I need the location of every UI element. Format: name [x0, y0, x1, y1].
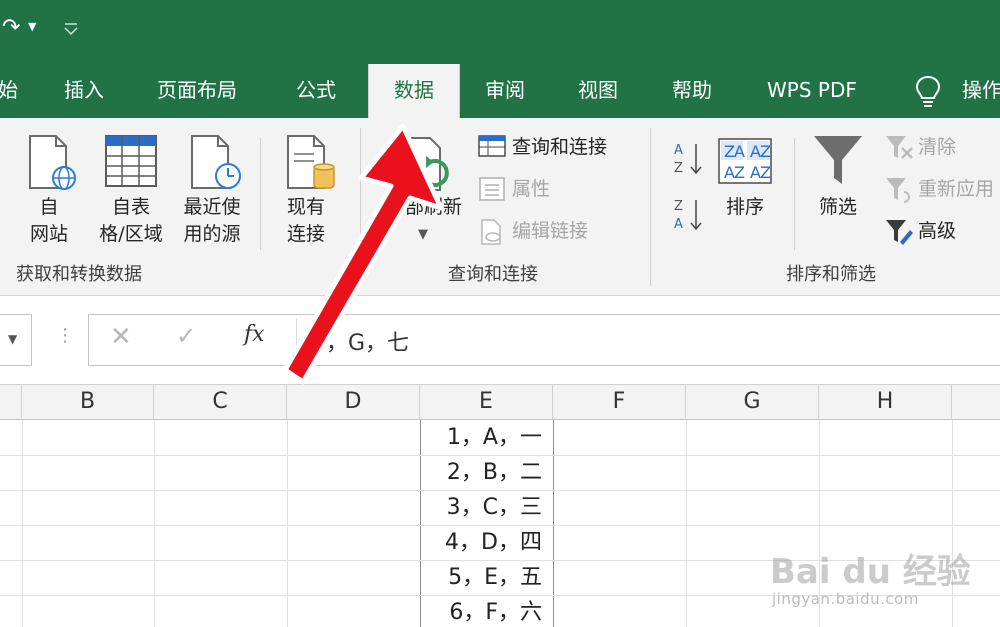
- reapply-icon: [884, 176, 914, 204]
- queries-connections-button[interactable]: 查询和连接: [512, 134, 607, 160]
- ribbon-separator: [260, 138, 261, 250]
- sort-ascending-icon[interactable]: AZ: [672, 140, 704, 176]
- tab-tell-me[interactable]: 操作: [962, 64, 1000, 118]
- from-table-label-1: 自表: [111, 196, 150, 218]
- column-header-g[interactable]: G: [686, 384, 819, 420]
- recent-sources-button[interactable]: 最近使 用的源: [176, 194, 248, 248]
- properties-button[interactable]: 属性: [512, 176, 550, 202]
- customize-quick-access-icon[interactable]: [62, 18, 80, 40]
- column-header-a-partial[interactable]: [0, 384, 22, 420]
- edit-links-icon: [478, 218, 506, 246]
- advanced-filter-icon: [884, 218, 914, 246]
- cell-e1[interactable]: 1，A，一: [422, 421, 552, 455]
- group-label-sort-filter: 排序和筛选: [786, 264, 876, 285]
- from-web-label-2: 网站: [29, 223, 68, 245]
- tab-view[interactable]: 视图: [578, 64, 618, 118]
- svg-text:Z: Z: [734, 163, 745, 182]
- from-web-label-1: 自: [39, 196, 59, 218]
- redo-icon[interactable]: ↷: [2, 14, 30, 42]
- watermark-logo: Bai du 经验: [770, 552, 971, 592]
- column-header-h[interactable]: H: [819, 384, 952, 420]
- svg-text:Z: Z: [760, 142, 771, 161]
- svg-text:Z: Z: [674, 161, 683, 176]
- properties-icon: [478, 176, 506, 202]
- cell-e6[interactable]: 6，F，六: [422, 596, 552, 627]
- svg-text:A: A: [674, 217, 683, 232]
- column-header-f[interactable]: F: [553, 384, 686, 420]
- column-header-b[interactable]: B: [22, 384, 154, 420]
- ribbon-separator-2: [794, 138, 795, 250]
- tab-insert[interactable]: 插入: [64, 64, 104, 118]
- cell-e4[interactable]: 4，D，四: [422, 526, 552, 560]
- cell-e3[interactable]: 3，C，三: [422, 491, 552, 525]
- tab-data[interactable]: 数据: [368, 64, 460, 118]
- from-web-button[interactable]: 自 网站: [14, 194, 84, 248]
- lightbulb-icon[interactable]: [914, 74, 942, 110]
- filter-funnel-icon: [812, 134, 864, 188]
- tab-page-layout[interactable]: 页面布局: [157, 64, 237, 118]
- tab-wps-pdf[interactable]: WPS PDF: [767, 64, 857, 118]
- group-separator-2: [650, 128, 651, 286]
- recent-sources-label-1: 最近使: [183, 196, 241, 218]
- recent-sources-icon: [188, 134, 242, 192]
- sort-button[interactable]: 排序: [716, 194, 774, 221]
- recent-sources-label-2: 用的源: [183, 223, 241, 245]
- sort-dialog-icon: ZAAZAZAZ: [718, 138, 772, 184]
- clear-button[interactable]: 清除: [918, 134, 956, 160]
- reapply-button[interactable]: 重新应用: [918, 176, 994, 202]
- redo-dropdown-icon[interactable]: ▼: [28, 20, 36, 33]
- watermark-url: jingyan.baidu.com: [772, 590, 919, 608]
- formula-bar-grip-icon[interactable]: ⋮: [56, 325, 74, 346]
- insert-function-icon[interactable]: fx: [244, 322, 265, 347]
- cell-e5[interactable]: 5，E，五: [422, 561, 552, 595]
- svg-text:A: A: [734, 142, 745, 161]
- from-table-label-2: 格/区域: [99, 223, 163, 245]
- tab-help[interactable]: 帮助: [672, 64, 712, 118]
- advanced-button[interactable]: 高级: [918, 218, 956, 244]
- table-icon: [104, 134, 158, 188]
- confirm-entry-icon[interactable]: ✓: [176, 322, 196, 350]
- filter-button[interactable]: 筛选: [806, 194, 870, 221]
- cell-e2[interactable]: 2，B，二: [422, 456, 552, 490]
- column-header-c[interactable]: C: [154, 384, 287, 420]
- cancel-entry-icon[interactable]: ✕: [110, 322, 132, 352]
- group-label-get-transform: 获取和转换数据: [16, 264, 142, 285]
- queries-connections-icon: [478, 134, 506, 158]
- annotation-arrow-icon: [282, 123, 444, 385]
- clear-filter-icon: [884, 134, 914, 162]
- sort-descending-icon[interactable]: ZA: [672, 196, 704, 232]
- svg-text:Z: Z: [760, 163, 771, 182]
- name-box-dropdown-icon[interactable]: ▼: [8, 332, 17, 346]
- tab-home[interactable]: 始: [0, 64, 18, 118]
- tab-review[interactable]: 审阅: [485, 64, 525, 118]
- svg-text:Z: Z: [674, 199, 683, 214]
- tab-formulas[interactable]: 公式: [296, 64, 336, 118]
- title-bar: [0, 0, 1000, 64]
- edit-links-button[interactable]: 编辑链接: [512, 218, 588, 244]
- web-page-icon: [26, 134, 78, 192]
- formula-bar-container: [88, 314, 1000, 366]
- from-table-button[interactable]: 自表 格/区域: [88, 194, 174, 248]
- group-label-queries-connections: 查询和连接: [448, 264, 538, 285]
- svg-text:A: A: [674, 143, 683, 158]
